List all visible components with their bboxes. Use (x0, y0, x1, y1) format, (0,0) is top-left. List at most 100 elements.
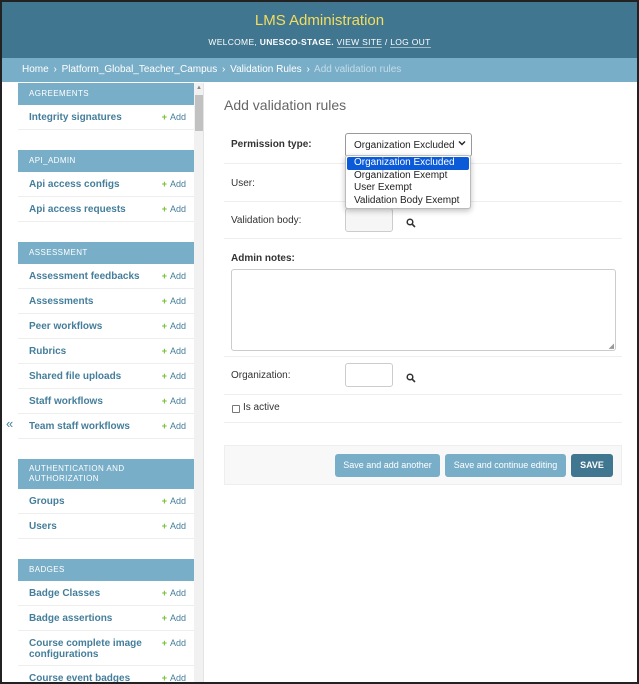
resize-grip-icon[interactable]: ◢ (609, 342, 614, 350)
module-caption[interactable]: Authentication and Authorization (18, 459, 194, 489)
add-label: Add (169, 613, 186, 623)
search-icon[interactable] (406, 215, 416, 228)
dropdown-option[interactable]: User Exempt (346, 182, 470, 195)
app-module-assessment: Assessment Assessment feedbacks + Add Ass… (18, 242, 194, 439)
sidebar-item: Assessments + Add (18, 289, 194, 314)
add-label: Add (169, 371, 186, 381)
breadcrumb-separator: › (306, 64, 310, 75)
scrollbar-thumb[interactable] (195, 95, 203, 131)
dropdown-option[interactable]: Validation Body Exempt (346, 195, 470, 208)
module-caption[interactable]: Api_Admin (18, 150, 194, 172)
sidebar-item: Badge Classes + Add (18, 581, 194, 606)
save-and-add-another-button[interactable]: Save and add another (335, 454, 440, 477)
dropdown-option[interactable]: Organization Exempt (346, 170, 470, 183)
plus-icon: + (161, 179, 167, 189)
sidebar-item-link[interactable]: Team staff workflows (29, 421, 144, 432)
add-label: Add (169, 296, 186, 306)
is-active-label[interactable]: Is active (243, 402, 280, 413)
add-label: Add (169, 112, 186, 122)
is-active-checkbox[interactable] (232, 405, 240, 413)
add-link[interactable]: + Add (162, 112, 186, 122)
sidebar-item-link[interactable]: Integrity signatures (29, 112, 144, 123)
add-link[interactable]: + Add (162, 421, 186, 431)
sidebar-item: Rubrics + Add (18, 339, 194, 364)
sidebar-scrollbar[interactable]: ▲ (194, 83, 204, 682)
sidebar-item-link[interactable]: Assessment feedbacks (29, 271, 144, 282)
add-link[interactable]: + Add (162, 613, 186, 623)
user-label: User: (231, 178, 255, 189)
module-caption[interactable]: Badges (18, 559, 194, 581)
log-out-link[interactable]: LOG OUT (390, 37, 431, 48)
admin-notes-textarea[interactable]: ◢ (231, 269, 616, 351)
validation-body-input[interactable] (345, 208, 393, 232)
sidebar-item-link[interactable]: Staff workflows (29, 396, 144, 407)
sidebar-item-link[interactable]: Course complete image configurations (29, 638, 144, 660)
sidebar-item-link[interactable]: Rubrics (29, 346, 144, 357)
app-module-api-admin: Api_Admin Api access configs + Add Api ac… (18, 150, 194, 222)
plus-icon: + (161, 321, 167, 331)
scroll-up-icon[interactable]: ▲ (196, 85, 202, 91)
permission-type-value: Organization Excluded (354, 140, 455, 151)
toggle-sidebar-icon[interactable]: « (6, 416, 13, 431)
search-icon[interactable] (406, 370, 416, 383)
app-module-badges: Badges Badge Classes + Add Badge assertio… (18, 559, 194, 683)
save-button[interactable]: SAVE (571, 454, 613, 477)
site-brand[interactable]: LMS Administration (2, 2, 637, 29)
add-link[interactable]: + Add (162, 271, 186, 281)
add-link[interactable]: + Add (162, 496, 186, 506)
permission-type-label: Permission type: (231, 139, 312, 150)
sidebar-item: Shared file uploads + Add (18, 364, 194, 389)
sidebar-item: Api access configs + Add (18, 172, 194, 197)
breadcrumb-app[interactable]: Platform_Global_Teacher_Campus (62, 64, 218, 75)
sidebar-item: Integrity signatures + Add (18, 105, 194, 130)
sidebar-item-link[interactable]: Shared file uploads (29, 371, 144, 382)
add-link[interactable]: + Add (162, 521, 186, 531)
plus-icon: + (161, 673, 167, 683)
view-site-link[interactable]: VIEW SITE (336, 37, 383, 48)
add-link[interactable]: + Add (162, 296, 186, 306)
add-link[interactable]: + Add (162, 204, 186, 214)
sidebar-item-link[interactable]: Assessments (29, 296, 144, 307)
save-and-continue-button[interactable]: Save and continue editing (445, 454, 566, 477)
add-label: Add (169, 179, 186, 189)
organization-label: Organization: (231, 370, 291, 381)
permission-type-select[interactable]: Organization Excluded (345, 133, 472, 157)
sidebar-item-link[interactable]: Users (29, 521, 144, 532)
main-content: Add validation rules Permission type: Or… (224, 83, 624, 485)
add-link[interactable]: + Add (161, 673, 186, 683)
sidebar-item-link[interactable]: Course event badges (29, 673, 144, 682)
sidebar-item: Course complete image configurations + Ad… (18, 631, 194, 666)
sidebar-item: Peer workflows + Add (18, 314, 194, 339)
add-label: Add (169, 321, 186, 331)
module-caption[interactable]: Agreements (18, 83, 194, 105)
breadcrumb-separator: › (222, 64, 226, 75)
sidebar-item-link[interactable]: Badge assertions (29, 613, 144, 624)
sidebar-item-link[interactable]: Groups (29, 496, 144, 507)
add-link[interactable]: + Add (162, 588, 186, 598)
breadcrumb-home[interactable]: Home (22, 64, 49, 75)
add-link[interactable]: + Add (162, 321, 186, 331)
organization-input[interactable] (345, 363, 393, 387)
sidebar-item-link[interactable]: Badge Classes (29, 588, 144, 599)
add-link[interactable]: + Add (162, 179, 186, 189)
add-link[interactable]: + Add (162, 371, 186, 381)
dropdown-option[interactable]: Organization Excluded (347, 157, 469, 170)
plus-icon: + (161, 371, 167, 381)
welcome-text: WELCOME, (208, 37, 258, 47)
sidebar-item: Course event badges + Add (18, 666, 194, 683)
sidebar-item-link[interactable]: Api access configs (29, 179, 144, 190)
submit-row: Save and add another Save and continue e… (224, 445, 622, 485)
tools-separator: / (384, 37, 388, 47)
sidebar-item: Groups + Add (18, 489, 194, 514)
module-caption[interactable]: Assessment (18, 242, 194, 264)
sidebar-item-link[interactable]: Api access requests (29, 204, 144, 215)
plus-icon: + (161, 613, 167, 623)
breadcrumb-model[interactable]: Validation Rules (230, 64, 302, 75)
add-link[interactable]: + Add (162, 396, 186, 406)
add-label: Add (169, 271, 186, 281)
add-link[interactable]: + Add (162, 346, 186, 356)
add-link[interactable]: + Add (162, 638, 186, 648)
nav-sidebar: Agreements Integrity signatures + Add Api… (18, 83, 194, 683)
sidebar-item-link[interactable]: Peer workflows (29, 321, 144, 332)
plus-icon: + (161, 588, 167, 598)
